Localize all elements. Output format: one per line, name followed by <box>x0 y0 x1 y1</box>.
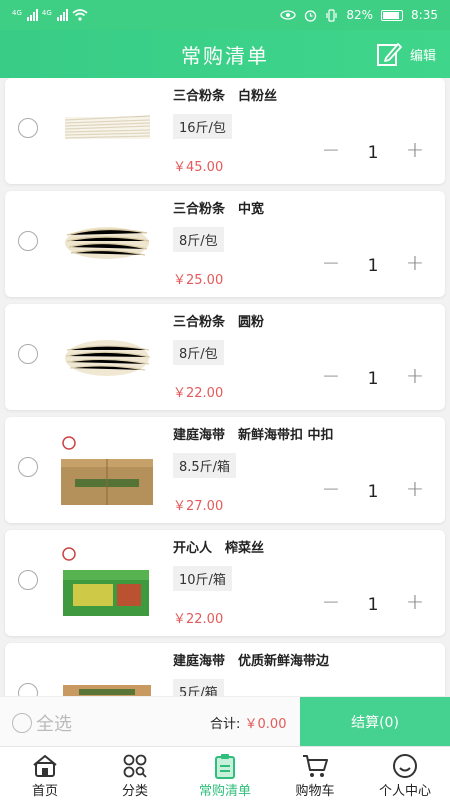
product-card: 建庭海带 新鲜海带扣 中扣 8.5斤/箱 ￥27.00 − 1 + <box>5 417 445 523</box>
home-icon <box>33 754 57 777</box>
product-image-round-noodles <box>65 340 151 376</box>
product-spec: 16斤/包 <box>173 114 232 139</box>
quantity-stepper: − 1 + <box>319 479 427 505</box>
product-list[interactable]: 三合粉条 白粉丝 16斤/包 ￥45.00 − 1 + 三合粉条 中宽 8斤/包… <box>0 78 450 696</box>
tab-profile[interactable]: 个人中心 <box>360 747 450 800</box>
eye-icon <box>280 10 297 20</box>
vibrate-icon <box>326 8 337 22</box>
select-radio[interactable] <box>18 457 38 477</box>
product-spec: 8斤/包 <box>173 340 224 365</box>
increase-button[interactable]: + <box>403 479 427 504</box>
total: 合计: ￥0.00 <box>210 713 286 732</box>
product-card: 三合粉条 中宽 8斤/包 ￥25.00 − 1 + <box>5 191 445 297</box>
product-card: 三合粉条 白粉丝 16斤/包 ￥45.00 − 1 + <box>5 78 445 184</box>
clock: 8:35 <box>411 8 438 22</box>
cart-icon <box>303 755 328 777</box>
edit-button[interactable]: 编辑 <box>376 41 436 67</box>
battery-percent: 82% <box>346 8 374 22</box>
clipboard-icon <box>215 754 235 779</box>
product-price: ￥22.00 <box>173 612 224 627</box>
product-card: 三合粉条 圆粉 8斤/包 ￥22.00 − 1 + <box>5 304 445 410</box>
quantity-stepper: − 1 + <box>319 366 427 392</box>
product-image-kelp-box-2 <box>63 685 151 696</box>
decrease-button[interactable]: − <box>319 592 343 617</box>
increase-button[interactable]: + <box>403 366 427 391</box>
product-spec: 10斤/箱 <box>173 566 232 591</box>
product-card: 建庭海带 优质新鲜海带边 5斤/箱 <box>5 643 445 696</box>
select-radio[interactable] <box>18 344 38 364</box>
quantity-value: 1 <box>367 482 379 502</box>
product-price: ￥25.00 <box>173 273 224 288</box>
product-title: 三合粉条 圆粉 <box>173 315 265 330</box>
tab-label: 首页 <box>31 784 58 799</box>
tab-label: 常购清单 <box>198 784 251 799</box>
decrease-button[interactable]: − <box>319 366 343 391</box>
select-radio[interactable] <box>18 570 38 590</box>
product-image-kelp-box <box>61 436 153 505</box>
app-header: 常购清单 编辑 <box>0 30 450 78</box>
product-spec: 5斤/箱 <box>173 679 224 696</box>
tab-cart[interactable]: 购物车 <box>270 747 360 800</box>
product-price: ￥45.00 <box>173 160 224 175</box>
tab-home[interactable]: 首页 <box>0 747 90 800</box>
product-card: 开心人 榨菜丝 10斤/箱 ￥22.00 − 1 + <box>5 530 445 636</box>
product-title: 建庭海带 优质新鲜海带边 <box>173 654 330 669</box>
product-image-white-vermicelli <box>64 115 151 139</box>
tab-category[interactable]: 分类 <box>90 747 180 800</box>
decrease-button[interactable]: − <box>319 479 343 504</box>
product-title: 三合粉条 白粉丝 <box>173 89 278 104</box>
select-radio[interactable] <box>18 231 38 251</box>
signal-icon <box>26 9 38 21</box>
quantity-value: 1 <box>367 369 379 389</box>
decrease-button[interactable]: − <box>319 253 343 278</box>
select-all-toggle[interactable]: 全选 <box>12 710 72 736</box>
category-icon <box>123 754 147 778</box>
status-bar: 4G 4G 82% 8:35 <box>0 0 450 30</box>
select-all-radio[interactable] <box>12 713 32 733</box>
select-radio[interactable] <box>18 683 38 696</box>
tab-label: 个人中心 <box>378 784 431 799</box>
product-spec: 8斤/包 <box>173 227 224 252</box>
quantity-value: 1 <box>367 595 379 615</box>
bottom-tab-bar: 首页 分类 常购清单 购物车 个人中心 <box>0 746 450 800</box>
wifi-icon <box>72 9 88 21</box>
product-spec: 8.5斤/箱 <box>173 453 237 478</box>
checkout-bar: 全选 合计: ￥0.00 结算(0) <box>0 696 450 747</box>
select-all-label: 全选 <box>36 714 72 735</box>
product-title: 建庭海带 新鲜海带扣 中扣 <box>173 428 334 443</box>
product-price: ￥22.00 <box>173 386 224 401</box>
product-image-medium-noodles <box>65 227 150 259</box>
decrease-button[interactable]: − <box>319 140 343 165</box>
increase-button[interactable]: + <box>403 140 427 165</box>
quantity-stepper: − 1 + <box>319 592 427 618</box>
total-label: 合计: <box>210 717 241 732</box>
page-title: 常购清单 <box>181 43 269 68</box>
increase-button[interactable]: + <box>403 253 427 278</box>
checkout-button[interactable]: 结算(0) <box>300 697 450 747</box>
quantity-stepper: − 1 + <box>319 253 427 279</box>
quantity-stepper: − 1 + <box>319 140 427 166</box>
alarm-icon <box>305 9 317 22</box>
product-price: ￥27.00 <box>173 499 224 514</box>
signal-icon <box>56 9 68 21</box>
battery-icon <box>381 9 404 21</box>
profile-icon <box>393 754 417 778</box>
edit-label: 编辑 <box>409 48 436 64</box>
tab-shopping-list[interactable]: 常购清单 <box>180 747 270 800</box>
tab-label: 分类 <box>121 784 148 799</box>
network-label-1: 4G <box>12 9 22 17</box>
quantity-value: 1 <box>367 256 379 276</box>
product-title: 开心人 榨菜丝 <box>173 541 265 556</box>
increase-button[interactable]: + <box>403 592 427 617</box>
edit-icon <box>376 43 402 66</box>
tab-label: 购物车 <box>295 784 335 799</box>
quantity-value: 1 <box>367 143 379 163</box>
total-amount: ￥0.00 <box>244 717 287 732</box>
product-title: 三合粉条 中宽 <box>173 202 265 217</box>
select-radio[interactable] <box>18 118 38 138</box>
product-image-pickle-box <box>62 547 149 616</box>
network-label-2: 4G <box>41 9 52 17</box>
